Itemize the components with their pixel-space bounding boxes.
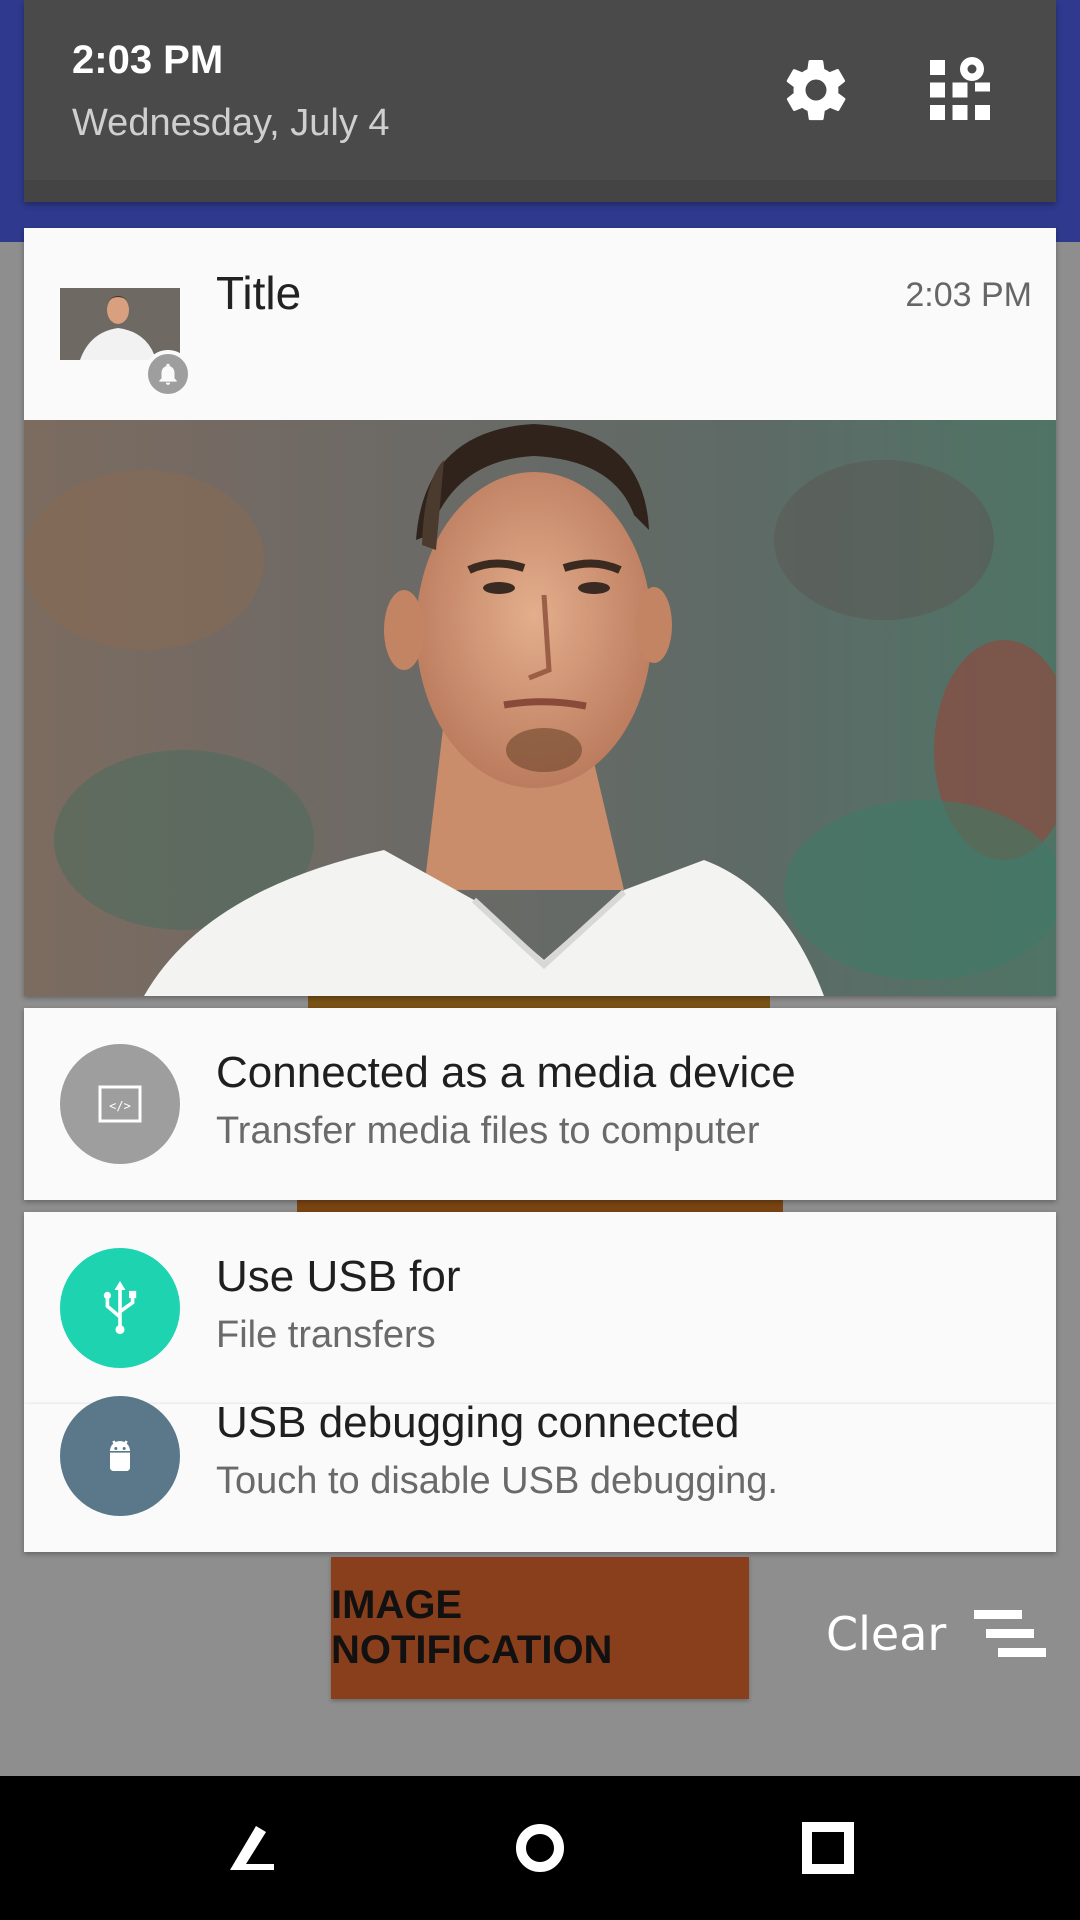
notification-title: Title: [216, 267, 302, 319]
android-icon: [60, 1396, 180, 1516]
quick-settings-grid-icon[interactable]: [924, 54, 996, 126]
big-picture-image: [24, 420, 1056, 996]
notification-text: Touch to disable USB debugging.: [216, 1460, 778, 1502]
usb-icon: [60, 1248, 180, 1368]
notification-thumbnail: [60, 288, 180, 360]
notification-title: USB debugging connected: [216, 1398, 740, 1447]
notification-text: File transfers: [216, 1314, 436, 1356]
bell-icon: [144, 350, 192, 398]
notification-title: Use USB for: [216, 1252, 461, 1301]
svg-text:</>: </>: [109, 1099, 131, 1113]
image-notification-button[interactable]: IMAGE NOTIFICATION: [331, 1557, 749, 1699]
home-icon[interactable]: [504, 1812, 576, 1884]
usb-mode-notification[interactable]: Use USB for File transfers: [24, 1212, 1056, 1404]
clear-label: Clear: [826, 1607, 947, 1661]
navigation-bar: [0, 1776, 1080, 1920]
gear-icon[interactable]: [780, 54, 852, 126]
code-icon: </>: [60, 1044, 180, 1164]
notification-time: 2:03 PM: [905, 276, 1032, 314]
date: Wednesday, July 4: [72, 102, 390, 144]
notification-title: Connected as a media device: [216, 1048, 796, 1097]
recents-icon[interactable]: [792, 1812, 864, 1884]
image-notification-card[interactable]: Title 2:03 PM: [24, 228, 1056, 996]
clear-all-icon: [974, 1610, 1047, 1657]
notification-text: Transfer media files to computer: [216, 1110, 760, 1152]
usb-debugging-notification[interactable]: USB debugging connected Touch to disable…: [24, 1396, 1056, 1552]
back-icon[interactable]: [216, 1812, 288, 1884]
quick-settings-header: 2:03 PM Wednesday, July 4: [24, 0, 1056, 202]
header-strip: [24, 180, 1056, 202]
media-device-notification[interactable]: </> Connected as a media device Transfer…: [24, 1008, 1056, 1200]
clear-all-button[interactable]: Clear: [826, 1604, 1047, 1664]
clock: 2:03 PM: [72, 38, 224, 82]
